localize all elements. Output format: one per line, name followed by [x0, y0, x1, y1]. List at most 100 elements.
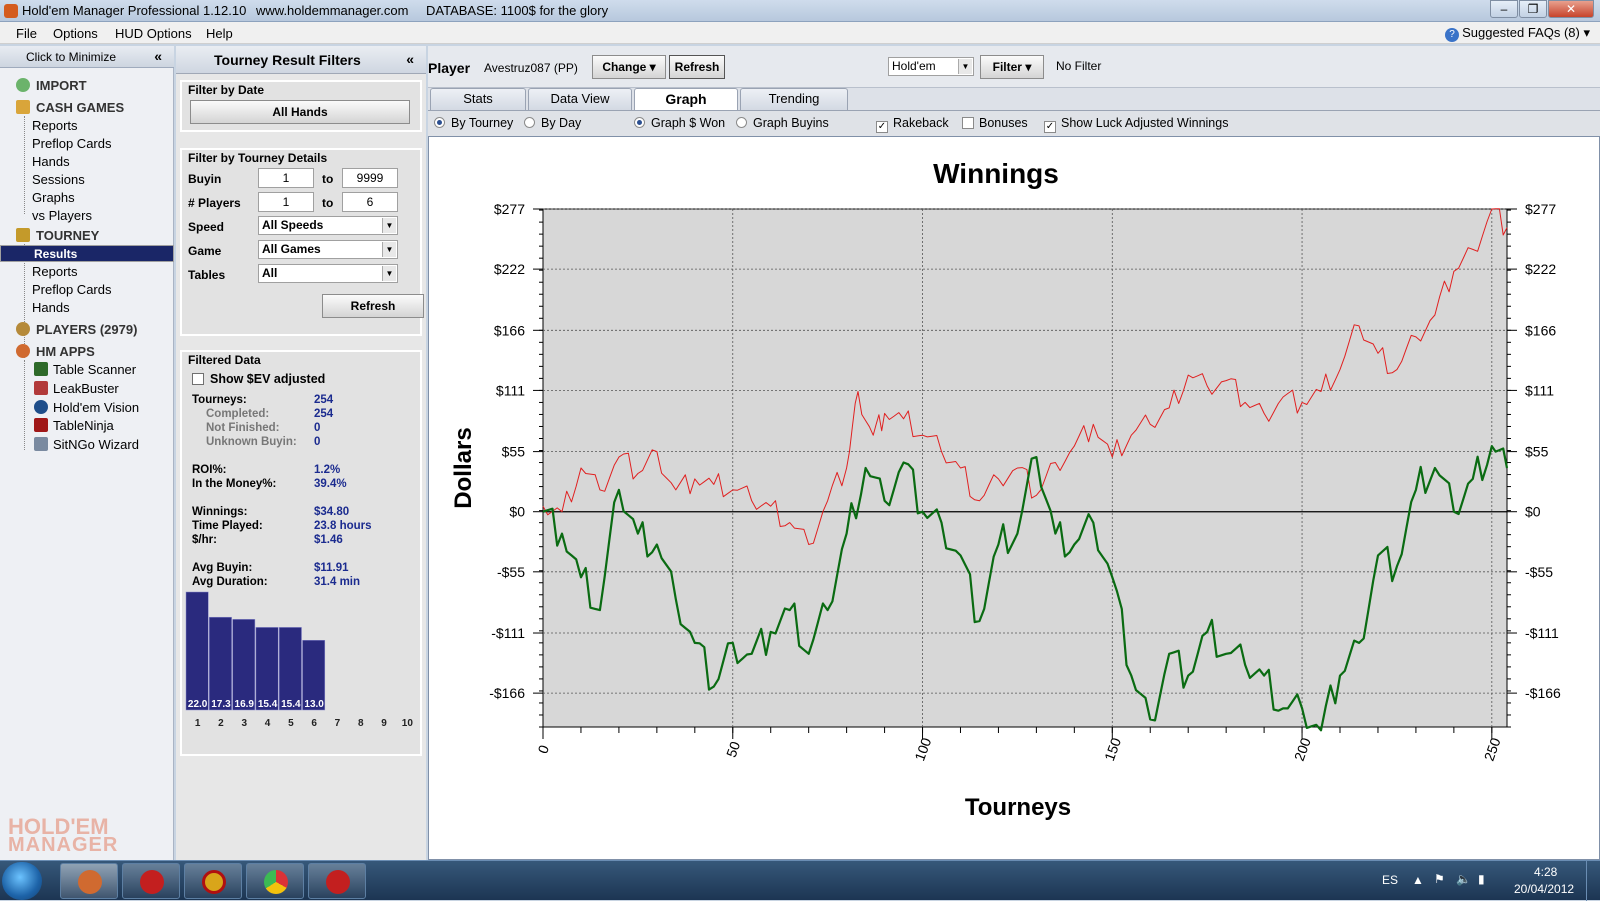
- y-tick-label-right: $277: [1525, 201, 1556, 217]
- app-tableninja[interactable]: TableNinja: [53, 418, 114, 433]
- place-bar-label: 13.0: [304, 699, 324, 710]
- buyin-from-input[interactable]: 1: [258, 168, 314, 188]
- chevron-down-icon: ▼: [958, 59, 972, 74]
- winnings-chart: Winnings Tourneys Dollars $277 $277 $222 $222 $…: [450, 158, 1561, 821]
- clock-date[interactable]: 20/04/2012: [1514, 882, 1574, 896]
- clock-time[interactable]: 4:28: [1534, 865, 1557, 879]
- nav-cash-hands[interactable]: Hands: [32, 154, 70, 169]
- place-tick: 7: [335, 718, 341, 729]
- language-indicator[interactable]: ES: [1382, 873, 1398, 887]
- player-name: Avestruz087 (PP): [484, 61, 578, 75]
- all-hands-button[interactable]: All Hands: [190, 100, 410, 124]
- change-player-button[interactable]: Change ▾: [592, 55, 666, 79]
- menu-file[interactable]: File: [16, 26, 37, 41]
- rakeback-checkbox[interactable]: ✓ Rakeback: [876, 116, 949, 133]
- leakbuster-icon: [34, 381, 48, 395]
- minimize-window-button[interactable]: –: [1490, 0, 1518, 18]
- collapse-filters-icon[interactable]: «: [406, 51, 414, 67]
- app-table-scanner[interactable]: Table Scanner: [53, 362, 136, 377]
- tray-arrow-icon[interactable]: ▲: [1412, 873, 1424, 887]
- y-tick-label-right: $55: [1525, 444, 1549, 460]
- bonuses-checkbox[interactable]: Bonuses: [962, 116, 1028, 130]
- nav-cash-vs-players[interactable]: vs Players: [32, 208, 92, 223]
- nav-cash-reports[interactable]: Reports: [32, 118, 78, 133]
- menu-help[interactable]: Help: [206, 26, 233, 41]
- x-tick-label: 100: [911, 735, 934, 763]
- tab-stats[interactable]: Stats: [430, 88, 526, 110]
- filter-button[interactable]: Filter ▾: [980, 55, 1044, 79]
- stat-label: In the Money%:: [192, 478, 277, 490]
- menu-hud-options[interactable]: HUD Options: [115, 26, 192, 41]
- show-desktop-button[interactable]: [1586, 861, 1600, 901]
- place-bar-label: 15.4: [281, 699, 301, 710]
- menu-options[interactable]: Options: [53, 26, 98, 41]
- x-tick-label: 250: [1481, 735, 1504, 763]
- nav-cash-sessions[interactable]: Sessions: [32, 172, 85, 187]
- filter-by-date-box: Filter by Date All Hands: [180, 80, 422, 132]
- nav-tourney-preflop[interactable]: Preflop Cards: [32, 282, 111, 297]
- stat-value: 254: [314, 394, 334, 406]
- place-bar: [278, 627, 302, 711]
- place-bar-label: 16.9: [235, 699, 255, 710]
- graph-buyins-radio[interactable]: Graph Buyins: [736, 116, 829, 130]
- stat-label: Time Played:: [192, 520, 263, 532]
- suggested-faqs[interactable]: ? Suggested FAQs (8) ▾: [1445, 25, 1590, 42]
- place-tick: 9: [381, 718, 387, 729]
- minimize-sidebar-bar[interactable]: Click to Minimize «: [0, 46, 174, 68]
- players-to-input[interactable]: 6: [342, 192, 398, 212]
- close-window-button[interactable]: ✕: [1548, 0, 1594, 18]
- table-scanner-icon: [34, 362, 48, 376]
- nav-hm-apps[interactable]: HM APPS: [36, 344, 95, 359]
- y-tick-label: $277: [494, 201, 525, 217]
- by-tourney-radio[interactable]: By Tourney: [434, 116, 513, 130]
- stat-label: Winnings:: [192, 506, 248, 518]
- players-from-input[interactable]: 1: [258, 192, 314, 212]
- player-refresh-button[interactable]: Refresh: [669, 55, 725, 79]
- app-holdem-vision[interactable]: Hold'em Vision: [53, 400, 139, 415]
- nav-tourney-reports[interactable]: Reports: [32, 264, 78, 279]
- flag-icon[interactable]: ⚑: [1434, 872, 1445, 886]
- nav-tourney-hands[interactable]: Hands: [32, 300, 70, 315]
- stat-label: Tourneys:: [192, 394, 247, 406]
- show-ev-checkbox[interactable]: [192, 373, 204, 385]
- app-leakbuster[interactable]: LeakBuster: [53, 381, 119, 396]
- chevron-down-icon: ▼: [382, 242, 396, 257]
- buyin-to-input[interactable]: 9999: [342, 168, 398, 188]
- app-sitngo-wizard[interactable]: SitNGo Wizard: [53, 437, 139, 452]
- graph-options-bar: By Tourney By Day Graph $ Won Graph Buyi…: [428, 110, 1600, 136]
- stat-label: Avg Buyin:: [192, 562, 253, 574]
- volume-icon[interactable]: 🔈: [1456, 872, 1471, 886]
- nav-cash-games[interactable]: CASH GAMES: [36, 100, 124, 115]
- y-tick-label-right: $111: [1525, 382, 1554, 398]
- filters-refresh-button[interactable]: Refresh: [322, 294, 424, 318]
- nav-players[interactable]: PLAYERS (2979): [36, 322, 137, 337]
- nav-cash-preflop[interactable]: Preflop Cards: [32, 136, 111, 151]
- tab-trending[interactable]: Trending: [740, 88, 848, 110]
- plot-area: [542, 208, 1508, 728]
- taskbar-holdem-manager[interactable]: [60, 863, 118, 899]
- network-icon[interactable]: ▮: [1478, 872, 1485, 886]
- by-day-radio[interactable]: By Day: [524, 116, 581, 130]
- graph-won-radio[interactable]: Graph $ Won: [634, 116, 725, 130]
- taskbar-chrome[interactable]: [246, 863, 304, 899]
- tab-graph[interactable]: Graph: [634, 88, 738, 110]
- start-button[interactable]: [2, 862, 42, 900]
- taskbar-pokerstars-2[interactable]: [308, 863, 366, 899]
- maximize-window-button[interactable]: ❐: [1519, 0, 1547, 18]
- tab-data-view[interactable]: Data View: [528, 88, 632, 110]
- speed-select[interactable]: All Speeds ▼: [258, 216, 398, 235]
- luck-adjusted-checkbox[interactable]: ✓ Show Luck Adjusted Winnings: [1044, 116, 1228, 133]
- game-select[interactable]: All Games ▼: [258, 240, 398, 259]
- collapse-icon: «: [154, 48, 162, 64]
- nav-cash-graphs[interactable]: Graphs: [32, 190, 75, 205]
- nav-tourney-results[interactable]: Results: [0, 245, 174, 262]
- chrome-icon: [264, 870, 288, 894]
- x-tick-label: 150: [1101, 735, 1124, 763]
- nav-tourney[interactable]: TOURNEY: [36, 228, 99, 243]
- taskbar-poker-app[interactable]: [184, 863, 242, 899]
- y-tick-label-right: -$55: [1525, 564, 1553, 580]
- nav-import[interactable]: IMPORT: [36, 78, 87, 93]
- taskbar-pokerstars[interactable]: [122, 863, 180, 899]
- game-type-select[interactable]: Hold'em ▼: [888, 57, 974, 76]
- tables-select[interactable]: All ▼: [258, 264, 398, 283]
